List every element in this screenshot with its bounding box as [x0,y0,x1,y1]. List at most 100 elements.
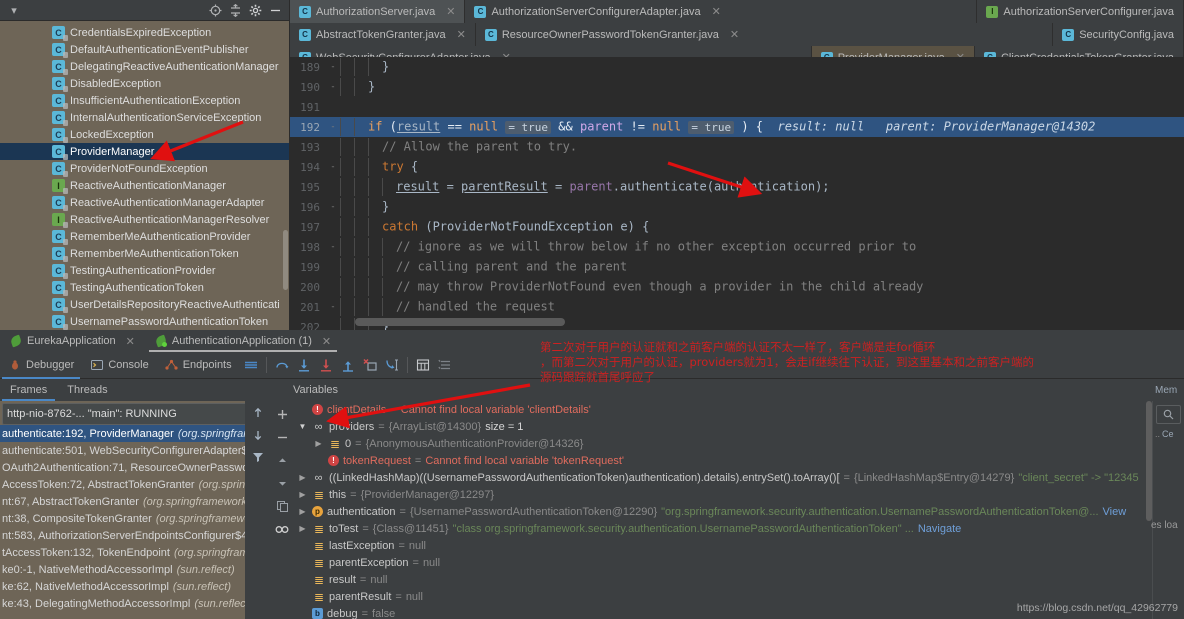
stack-frame-row[interactable]: nt:38, CompositeTokenGranter(org.springf… [0,510,271,527]
stack-frame-row[interactable]: ke:62, NativeMethodAccessorImpl(sun.refl… [0,578,271,595]
class-list-item[interactable]: CCredentialsExpiredException [0,24,289,41]
remove-watch-icon[interactable] [271,426,293,448]
class-list-item[interactable]: CRememberMeAuthenticationToken [0,245,289,262]
expand-arrow-icon[interactable]: ▶ [297,473,308,482]
stack-frame-row[interactable]: nt:583, AuthorizationServerEndpointsConf… [0,527,271,544]
code-line[interactable]: 190-} [290,77,1184,97]
stack-frame-row[interactable]: ke0:-1, NativeMethodAccessorImpl(sun.ref… [0,561,271,578]
tab-endpoints[interactable]: Endpoints [157,352,240,379]
code-line[interactable]: 191 [290,97,1184,117]
stack-frame-row[interactable]: AccessToken:72, AbstractTokenGranter(org… [0,476,271,493]
class-list-item[interactable]: CUsernamePasswordAuthenticationToken [0,313,289,330]
code-line[interactable]: 189-} [290,57,1184,77]
class-list-item[interactable]: CTestingAuthenticationToken [0,279,289,296]
drop-frame-icon[interactable] [359,354,381,376]
variable-row[interactable]: ▶pauthentication={UsernamePasswordAuthen… [293,503,1152,520]
fold-marker[interactable]: - [326,162,340,172]
target-icon[interactable] [207,2,223,18]
up-arrow-icon[interactable] [247,403,269,423]
editor-tab[interactable]: CResourceOwnerPasswordTokenGranter.java✕ [476,23,1053,46]
gear-icon[interactable] [247,2,263,18]
close-icon[interactable]: ✕ [126,335,135,348]
code-line[interactable]: 198-// ignore as we will throw below if … [290,237,1184,257]
chevron-down-icon[interactable]: ▾ [6,2,22,18]
expand-arrow-icon[interactable]: ▶ [313,439,324,448]
down-arrow-icon[interactable] [247,425,269,445]
variable-row[interactable]: ≣parentException=null [293,554,1152,571]
move-down-icon[interactable] [271,472,293,494]
variable-action-link[interactable]: Navigate [918,523,961,535]
editor-tab[interactable]: IAuthorizationServerConfigurer.java [977,0,1184,23]
code-line[interactable]: 200// may throw ProviderNotFound even th… [290,277,1184,297]
fold-marker[interactable]: - [326,62,340,72]
layout-settings-icon[interactable] [434,354,456,376]
stack-frame-row[interactable]: OAuth2Authentication:71, ResourceOwnerPa… [0,459,271,476]
stack-frame-row[interactable]: tAccessToken:132, TokenEndpoint(org.spri… [0,544,271,561]
variable-row[interactable]: !clientDetails~Cannot find local variabl… [293,401,1152,418]
expand-arrow-icon[interactable]: ▶ [297,490,308,499]
step-out-icon[interactable] [337,354,359,376]
code-line[interactable]: 196-} [290,197,1184,217]
code-line[interactable]: 192-if (result == null = true && parent … [290,117,1184,137]
class-list-item[interactable]: IReactiveAuthenticationManagerResolver [0,211,289,228]
class-list-item[interactable]: CInsufficientAuthenticationException [0,92,289,109]
code-line[interactable]: 194-try { [290,157,1184,177]
run-config-tab[interactable]: AuthenticationApplication (1)✕ [145,330,341,352]
frames-list[interactable]: authenticate:192, ProviderManager(org.sp… [0,425,271,612]
evaluate-expression-icon[interactable] [412,354,434,376]
stack-frame-row[interactable]: authenticate:501, WebSecurityConfigurerA… [0,442,271,459]
class-list-item[interactable]: CInternalAuthenticationServiceException [0,109,289,126]
code-line[interactable]: 201-// handled the request [290,297,1184,317]
class-list-item[interactable]: IReactiveAuthenticationManager [0,177,289,194]
variable-row[interactable]: ▶≣this={ProviderManager@12297} [293,486,1152,503]
minimize-icon[interactable] [267,2,283,18]
fold-marker[interactable]: - [326,202,340,212]
step-over-icon[interactable] [271,354,293,376]
stack-frame-row[interactable]: authenticate:192, ProviderManager(org.sp… [0,425,271,442]
fold-marker[interactable]: - [326,122,340,132]
chain-icon[interactable] [271,518,293,540]
class-list-item[interactable]: CProviderNotFoundException [0,160,289,177]
close-icon[interactable]: ✕ [730,28,739,41]
run-config-tab[interactable]: EurekaApplication✕ [0,330,145,352]
stack-frame-row[interactable]: ke:43, DelegatingMethodAccessorImpl(sun.… [0,595,271,612]
move-up-icon[interactable] [271,449,293,471]
close-icon[interactable]: ✕ [322,335,331,348]
close-icon[interactable]: ✕ [712,5,721,18]
tab-console[interactable]: Console [82,352,156,379]
editor-tab[interactable]: CAbstractTokenGranter.java✕ [290,23,476,46]
class-list-item[interactable]: CDisabledException [0,75,289,92]
fold-marker[interactable]: - [326,302,340,312]
variable-action-link[interactable]: View [1103,506,1127,518]
code-editor[interactable]: 189-}190-}191192-if (result == null = tr… [290,57,1184,330]
memory-search-input[interactable] [1156,405,1181,424]
fold-marker[interactable]: - [326,242,340,252]
tab-frames[interactable]: Frames [0,379,57,401]
stack-frame-row[interactable]: nt:67, AbstractTokenGranter(org.springfr… [0,493,271,510]
variable-row[interactable]: ▶≣toTest={Class@11451}"class org.springf… [293,520,1152,537]
expand-arrow-icon[interactable]: ▶ [297,507,308,516]
variable-row[interactable]: ≣lastException=null [293,537,1152,554]
close-icon[interactable]: ✕ [446,5,455,18]
add-watch-icon[interactable] [271,403,293,425]
class-list-item[interactable]: CReactiveAuthenticationManagerAdapter [0,194,289,211]
memory-class-filter[interactable]: .. Ce [1153,429,1184,439]
editor-horizontal-scrollbar[interactable] [355,318,565,326]
force-step-into-icon[interactable] [315,354,337,376]
code-line[interactable]: 197catch (ProviderNotFoundException e) { [290,217,1184,237]
show-execution-point-icon[interactable] [240,354,262,376]
variable-row[interactable]: ▶≣0={AnonymousAuthenticationProvider@143… [293,435,1152,452]
collapse-all-icon[interactable] [227,2,243,18]
class-list-item[interactable]: CRememberMeAuthenticationProvider [0,228,289,245]
code-line[interactable]: 193// Allow the parent to try. [290,137,1184,157]
step-into-icon[interactable] [293,354,315,376]
editor-tab[interactable]: CSecurityConfig.java [1053,23,1184,46]
code-line[interactable]: 195result = parentResult = parent.authen… [290,177,1184,197]
variable-row[interactable]: ▼∞providers={ArrayList@14300} size = 1 [293,418,1152,435]
thread-selector[interactable]: http-nio-8762-... "main": RUNNING ▼ [2,403,267,425]
class-list-item[interactable]: CProviderManager [0,143,289,160]
expand-arrow-icon[interactable]: ▼ [297,422,308,431]
editor-tab[interactable]: CAuthorizationServerConfigurerAdapter.ja… [465,0,977,23]
tab-threads[interactable]: Threads [57,379,117,401]
expand-arrow-icon[interactable]: ▶ [297,524,308,533]
